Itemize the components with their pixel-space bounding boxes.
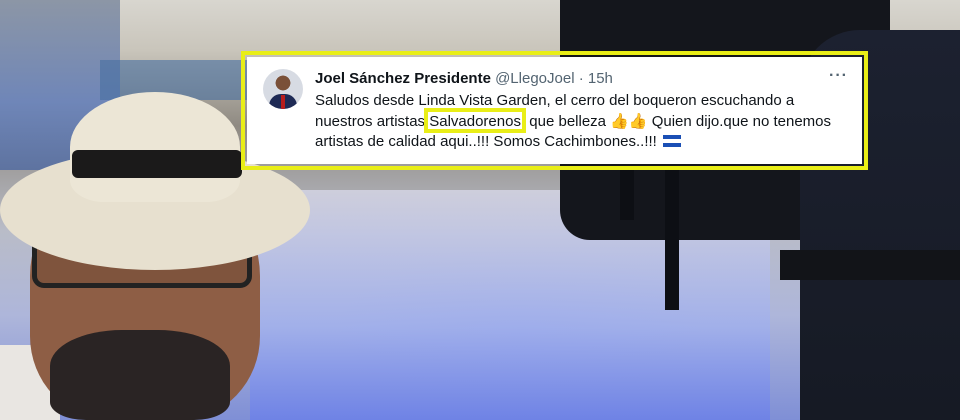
tweet-header: Joel Sánchez Presidente @LlegoJoel · 15h <box>315 69 848 89</box>
word-highlight-box <box>424 108 526 133</box>
piano-bench <box>780 250 960 280</box>
thumbs-up-icon: 👍👍 <box>610 112 648 130</box>
tweet-text-part2: , que belleza <box>520 113 611 130</box>
piano-leg <box>620 170 634 220</box>
more-options-icon[interactable]: ··· <box>829 67 848 85</box>
el-salvador-flag-icon <box>663 135 682 147</box>
tweet-time[interactable]: 15h <box>588 70 613 87</box>
tweet-card[interactable]: Joel Sánchez Presidente @LlegoJoel · 15h… <box>247 57 862 164</box>
hat-band <box>72 150 242 178</box>
avatar-tie <box>281 95 285 109</box>
author-handle[interactable]: @LlegoJoel <box>495 70 574 87</box>
author-name[interactable]: Joel Sánchez Presidente <box>315 70 491 87</box>
tweet-text: Saludos desde Linda Vista Garden, el cer… <box>315 91 843 152</box>
separator-dot: · <box>578 70 584 87</box>
piano-leg <box>665 170 679 310</box>
beard <box>50 330 230 420</box>
avatar[interactable] <box>263 69 303 109</box>
hat-crown <box>70 92 240 202</box>
highlighted-word: Salvadorenos <box>424 108 526 133</box>
